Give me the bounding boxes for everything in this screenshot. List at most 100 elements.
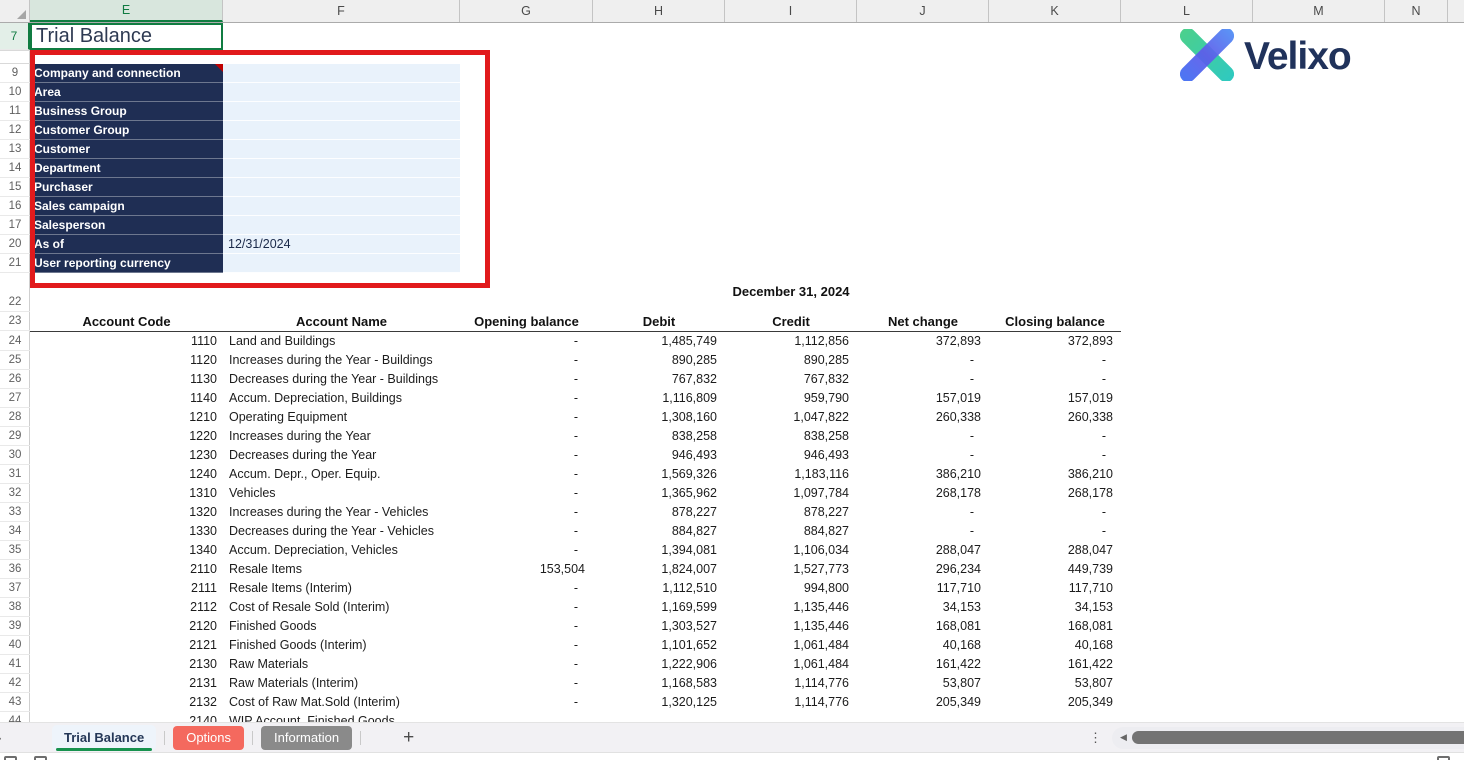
parameter-label-cell[interactable]: Customer bbox=[30, 140, 223, 159]
row-header[interactable]: 32 bbox=[0, 484, 30, 503]
cell-account-name[interactable]: Finished Goods bbox=[223, 617, 460, 636]
cell-opening-balance[interactable]: - bbox=[460, 636, 593, 655]
cell-closing-balance[interactable]: 157,019 bbox=[989, 389, 1121, 408]
cell-net-change[interactable]: - bbox=[857, 522, 989, 541]
scrollbar-thumb[interactable] bbox=[1132, 731, 1464, 744]
cell-credit[interactable]: 1,106,034 bbox=[725, 541, 857, 560]
cell-net-change[interactable]: - bbox=[857, 351, 989, 370]
header-account-name[interactable]: Account Name bbox=[223, 312, 460, 331]
horizontal-scrollbar[interactable]: ◀ bbox=[1112, 727, 1464, 749]
cell-account-code[interactable]: 1140 bbox=[30, 389, 223, 408]
cell-credit[interactable]: 1,527,773 bbox=[725, 560, 857, 579]
cell-debit[interactable]: 1,569,326 bbox=[593, 465, 725, 484]
cell-net-change[interactable]: 117,710 bbox=[857, 579, 989, 598]
cell-credit[interactable]: 946,493 bbox=[725, 446, 857, 465]
row-header[interactable]: 9 bbox=[0, 64, 30, 83]
cell-account-name[interactable]: Land and Buildings bbox=[223, 332, 460, 351]
cell-credit[interactable]: 1,135,446 bbox=[725, 598, 857, 617]
cell-closing-balance[interactable]: - bbox=[989, 351, 1121, 370]
cell-credit[interactable]: 890,285 bbox=[725, 351, 857, 370]
accessibility-icon[interactable] bbox=[34, 756, 47, 760]
row-header[interactable]: 31 bbox=[0, 465, 30, 484]
column-header-N[interactable]: N bbox=[1385, 0, 1448, 22]
cell-credit[interactable]: 1,061,484 bbox=[725, 655, 857, 674]
cell-net-change[interactable]: - bbox=[857, 446, 989, 465]
cell-net-change[interactable]: - bbox=[857, 427, 989, 446]
cell-account-name[interactable]: Resale Items bbox=[223, 560, 460, 579]
cell-account-name[interactable]: Accum. Depreciation, Vehicles bbox=[223, 541, 460, 560]
cell-credit[interactable]: 878,227 bbox=[725, 503, 857, 522]
cell-account-code[interactable]: 1340 bbox=[30, 541, 223, 560]
cell-debit[interactable]: 1,303,527 bbox=[593, 617, 725, 636]
parameter-value-cell[interactable] bbox=[223, 102, 460, 121]
cell-closing-balance[interactable]: - bbox=[989, 370, 1121, 389]
tab-information[interactable]: Information bbox=[261, 726, 352, 750]
parameter-value-cell[interactable] bbox=[223, 254, 460, 273]
cell-account-code[interactable]: 1330 bbox=[30, 522, 223, 541]
tab-options[interactable]: Options bbox=[173, 726, 244, 750]
cell-debit[interactable]: 1,101,652 bbox=[593, 636, 725, 655]
cell-net-change[interactable]: - bbox=[857, 370, 989, 389]
cell-credit[interactable]: 1,112,856 bbox=[725, 332, 857, 351]
parameter-value-cell[interactable] bbox=[223, 216, 460, 235]
column-header-H[interactable]: H bbox=[593, 0, 725, 22]
report-date-header[interactable]: December 31, 2024 bbox=[725, 284, 857, 301]
cell-opening-balance[interactable]: - bbox=[460, 579, 593, 598]
cell-opening-balance[interactable]: - bbox=[460, 655, 593, 674]
cell-account-code[interactable]: 2111 bbox=[30, 579, 223, 598]
cell-closing-balance[interactable]: 386,210 bbox=[989, 465, 1121, 484]
cell-account-code[interactable]: 2120 bbox=[30, 617, 223, 636]
cell-debit[interactable]: 1,320,125 bbox=[593, 693, 725, 712]
row-header[interactable]: 43 bbox=[0, 693, 30, 712]
row-header[interactable]: 37 bbox=[0, 579, 30, 598]
row-header[interactable]: 41 bbox=[0, 655, 30, 674]
cell-closing-balance[interactable]: 372,893 bbox=[989, 332, 1121, 351]
parameter-value-cell[interactable] bbox=[223, 197, 460, 216]
cell-net-change[interactable]: 161,422 bbox=[857, 655, 989, 674]
row-header[interactable]: 38 bbox=[0, 598, 30, 617]
cell-account-name[interactable]: Decreases during the Year - Buildings bbox=[223, 370, 460, 389]
cell-account-name[interactable]: Decreases during the Year - Vehicles bbox=[223, 522, 460, 541]
header-account-code[interactable]: Account Code bbox=[30, 312, 223, 331]
cell-account-name[interactable]: Vehicles bbox=[223, 484, 460, 503]
cell-account-code[interactable]: 1240 bbox=[30, 465, 223, 484]
row-header[interactable]: 36 bbox=[0, 560, 30, 579]
row-header[interactable]: 13 bbox=[0, 140, 30, 159]
cell-account-name[interactable]: Operating Equipment bbox=[223, 408, 460, 427]
header-net-change[interactable]: Net change bbox=[857, 312, 989, 331]
cell-account-name[interactable]: Raw Materials (Interim) bbox=[223, 674, 460, 693]
header-closing-balance[interactable]: Closing balance bbox=[989, 312, 1121, 331]
column-header-L[interactable]: L bbox=[1121, 0, 1253, 22]
cell-net-change[interactable]: 168,081 bbox=[857, 617, 989, 636]
row-header[interactable]: 16 bbox=[0, 197, 30, 216]
cell-account-name[interactable]: Finished Goods (Interim) bbox=[223, 636, 460, 655]
cell-opening-balance[interactable]: - bbox=[460, 503, 593, 522]
cell-opening-balance[interactable]: - bbox=[460, 332, 593, 351]
cell-opening-balance[interactable]: - bbox=[460, 598, 593, 617]
row-header[interactable]: 15 bbox=[0, 178, 30, 197]
cell-account-code[interactable]: 2131 bbox=[30, 674, 223, 693]
cell-net-change[interactable]: 288,047 bbox=[857, 541, 989, 560]
cell-debit[interactable]: 878,227 bbox=[593, 503, 725, 522]
cell-closing-balance[interactable]: - bbox=[989, 503, 1121, 522]
cell-account-code[interactable]: 1230 bbox=[30, 446, 223, 465]
cell-opening-balance[interactable]: - bbox=[460, 541, 593, 560]
cell-debit[interactable]: 1,169,599 bbox=[593, 598, 725, 617]
row-header-22[interactable]: 22 bbox=[0, 293, 30, 312]
row-header[interactable]: 35 bbox=[0, 541, 30, 560]
column-header-M[interactable]: M bbox=[1253, 0, 1385, 22]
row-header[interactable]: 21 bbox=[0, 254, 30, 273]
cell-closing-balance[interactable]: 168,081 bbox=[989, 617, 1121, 636]
more-options-icon[interactable]: ⋮ bbox=[1089, 730, 1102, 746]
cell-account-code[interactable]: 1220 bbox=[30, 427, 223, 446]
cell-account-code[interactable]: 1320 bbox=[30, 503, 223, 522]
cell-account-name[interactable]: Increases during the Year bbox=[223, 427, 460, 446]
row-header[interactable]: 20 bbox=[0, 235, 30, 254]
cell-debit[interactable]: 767,832 bbox=[593, 370, 725, 389]
parameter-label-cell[interactable]: Company and connection bbox=[30, 64, 223, 83]
column-header-partial[interactable] bbox=[1448, 0, 1464, 22]
cell-closing-balance[interactable]: - bbox=[989, 446, 1121, 465]
cell-account-name[interactable]: Increases during the Year - Vehicles bbox=[223, 503, 460, 522]
cell-closing-balance[interactable]: 34,153 bbox=[989, 598, 1121, 617]
column-header-I[interactable]: I bbox=[725, 0, 857, 22]
